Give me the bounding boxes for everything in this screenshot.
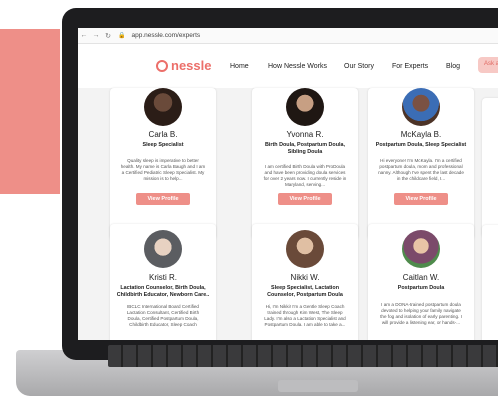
expert-bio: Quality sleep is imperative to better he… <box>120 158 206 181</box>
laptop-keyboard <box>108 345 498 367</box>
expert-card-mckayla[interactable]: McKayla B. Postpartum Doula, Sleep Speci… <box>368 88 474 240</box>
expert-card-caitlan[interactable]: Caitlan W. Postpartum Doula I am a DONA-… <box>368 224 474 340</box>
back-icon[interactable]: ← <box>78 32 90 39</box>
expert-card-kristi[interactable]: Kristi R. Lactation Counselor, Birth Dou… <box>110 224 216 340</box>
expert-name: McKayla B. <box>400 130 442 139</box>
address-bar[interactable]: app.nessle.com/experts <box>131 32 200 39</box>
view-profile-button[interactable]: View Profile <box>394 193 448 205</box>
view-profile-button[interactable]: View Profile <box>136 193 190 205</box>
expert-role: Lactation Counselor, Birth Doula, Childb… <box>116 285 210 298</box>
site-logo[interactable]: nessle <box>156 58 211 73</box>
expert-name: Kristi R. <box>149 273 177 282</box>
avatar <box>286 88 324 126</box>
logo-text: nessle <box>171 58 212 73</box>
avatar <box>286 230 324 268</box>
expert-card-carla[interactable]: Carla B. Sleep Specialist Quality sleep … <box>110 88 216 240</box>
expert-role: Sleep Specialist, Lactation Counselor, P… <box>267 285 343 298</box>
browser-toolbar: ← → ↻ 🔒 app.nessle.com/experts <box>78 28 498 44</box>
expert-bio: IBCLC International Board Certified Lact… <box>126 304 200 327</box>
expert-role: Birth Doula, Postpartum Doula, Sibling D… <box>265 142 345 155</box>
ask-expert-button[interactable]: Ask a <box>478 57 498 73</box>
expert-bio: I am certified Birth Doula with ProDoula… <box>263 164 347 187</box>
expert-card-yvonna[interactable]: Yvonna R. Birth Doula, Postpartum Doula,… <box>252 88 358 240</box>
avatar <box>402 230 440 268</box>
laptop-trackpad <box>278 380 358 392</box>
reload-icon[interactable]: ↻ <box>102 32 114 40</box>
laptop-scene: ← → ↻ 🔒 app.nessle.com/experts nessle Ho… <box>0 0 498 396</box>
expert-role: Postpartum Doula, Sleep Specialist <box>375 142 467 148</box>
nav-for-experts[interactable]: For Experts <box>392 63 428 70</box>
site-header: nessle Home How Nessle Works Our Story F… <box>78 44 498 88</box>
nav-how-nessle-works[interactable]: How Nessle Works <box>268 63 327 70</box>
expert-card-partial[interactable] <box>482 225 498 340</box>
expert-role: Sleep Specialist <box>142 142 184 148</box>
nav-blog[interactable]: Blog <box>446 63 460 70</box>
expert-card-nikki[interactable]: Nikki W. Sleep Specialist, Lactation Cou… <box>252 224 358 340</box>
expert-role: Postpartum Doula <box>397 285 445 291</box>
expert-name: Yvonna R. <box>286 130 324 139</box>
expert-bio: Hi, I'm Nikki! I'm a Gentle Sleep Coach … <box>264 304 346 327</box>
view-profile-button[interactable]: View Profile <box>278 193 332 205</box>
expert-name: Nikki W. <box>290 273 320 282</box>
nav-home[interactable]: Home <box>230 63 249 70</box>
background-coral-panel <box>0 29 60 194</box>
avatar <box>144 230 182 268</box>
forward-icon[interactable]: → <box>90 32 102 39</box>
avatar <box>402 88 440 126</box>
lock-icon: 🔒 <box>118 33 126 39</box>
expert-name: Caitlan W. <box>402 273 440 282</box>
expert-bio: I am a DONA-trained postpartum doula dev… <box>380 302 462 325</box>
expert-card-partial[interactable] <box>482 98 498 238</box>
avatar <box>144 88 182 126</box>
nessle-logo-icon <box>156 59 168 72</box>
laptop-screen: ← → ↻ 🔒 app.nessle.com/experts nessle Ho… <box>78 28 498 340</box>
expert-bio: Hi everyone! I'm McKayla. I'm a certifie… <box>378 158 464 181</box>
expert-name: Carla B. <box>148 130 178 139</box>
nav-our-story[interactable]: Our Story <box>344 63 374 70</box>
